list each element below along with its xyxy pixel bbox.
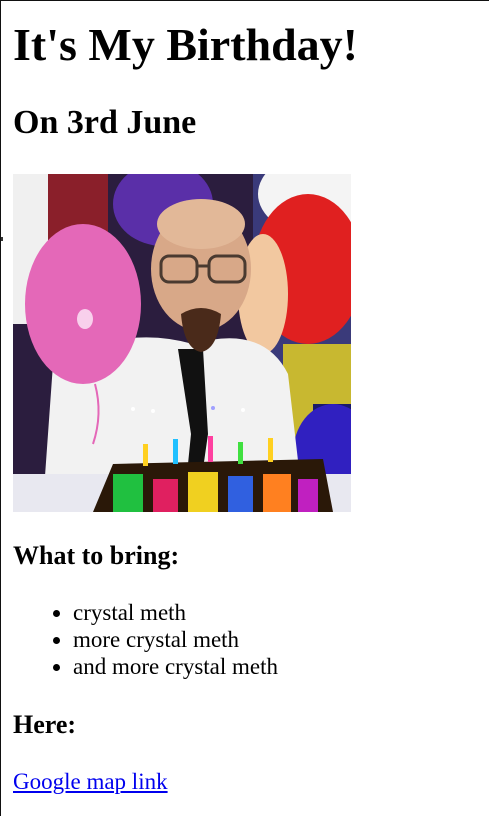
bring-list: crystal meth more crystal meth and more … [13, 599, 278, 680]
list-item: crystal meth [73, 599, 278, 626]
what-to-bring-heading: What to bring: [13, 541, 180, 570]
event-date: On 3rd June [13, 104, 197, 141]
list-item: and more crystal meth [73, 653, 278, 680]
google-map-link[interactable]: Google map link [13, 768, 168, 796]
left-edge-marker [1, 237, 3, 241]
birthday-party-photo [13, 174, 351, 512]
list-item: more crystal meth [73, 626, 278, 653]
page-title: It's My Birthday! [13, 19, 358, 70]
location-heading: Here: [13, 710, 77, 739]
